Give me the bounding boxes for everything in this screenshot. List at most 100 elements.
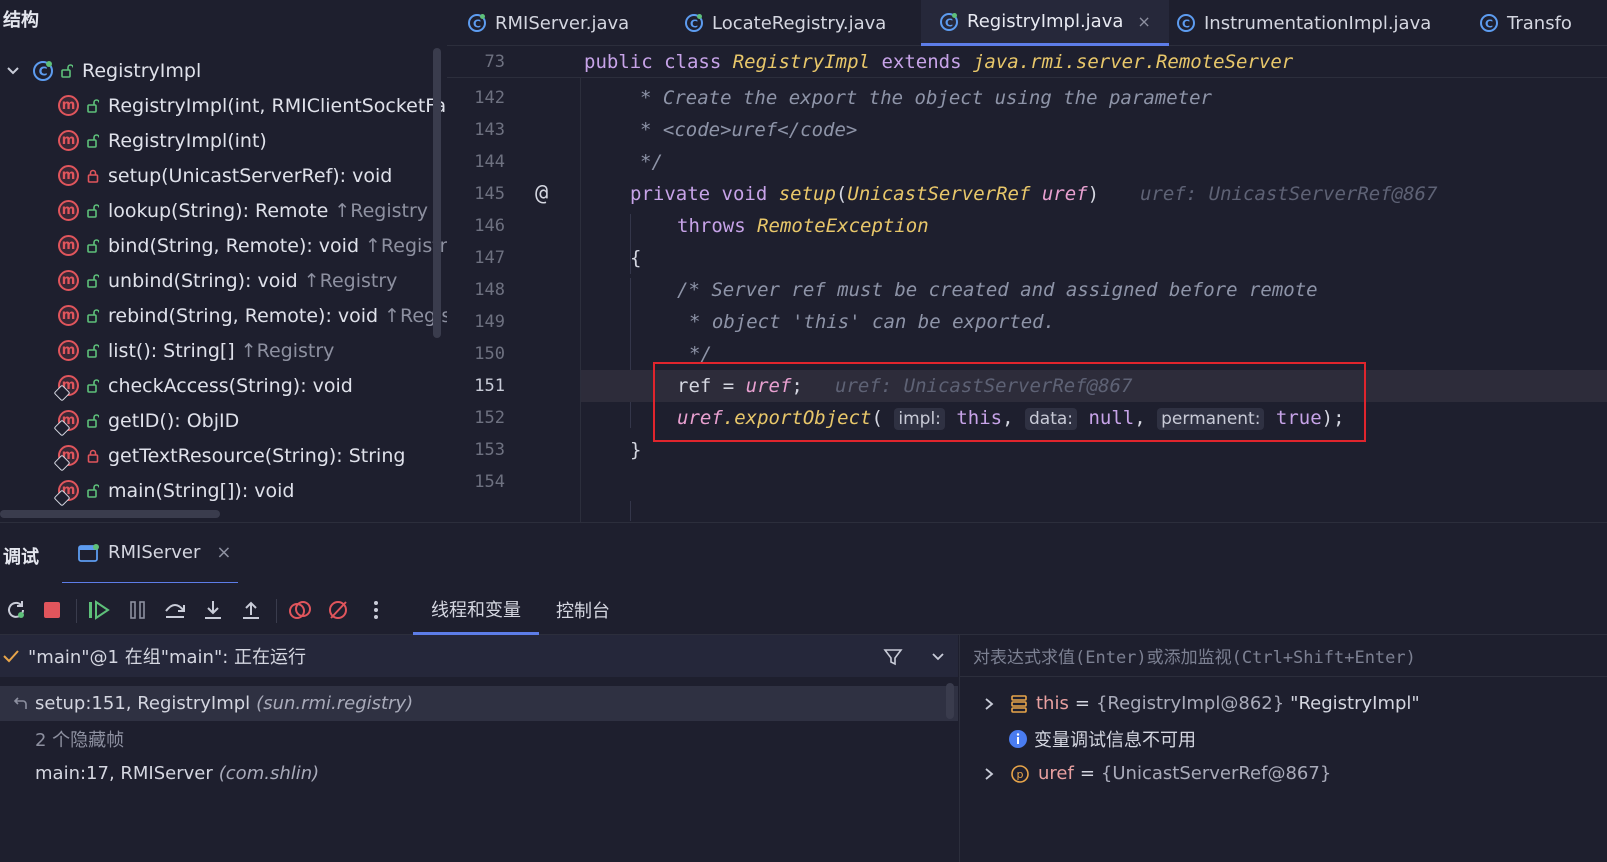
parameter-icon: p (1011, 764, 1029, 783)
unlock-icon (61, 63, 73, 78)
code-line-142[interactable]: 142 * Create the export the object using… (447, 82, 1607, 114)
step-into-icon[interactable] (200, 597, 226, 623)
view-breakpoints-icon[interactable] (287, 597, 313, 623)
close-icon[interactable]: × (216, 542, 231, 563)
unlock-icon (87, 273, 99, 288)
frame-row[interactable]: main:17, RMIServer (com.shlin) (0, 756, 958, 791)
code-line-147[interactable]: 147 { (447, 242, 1607, 274)
step-over-icon[interactable] (162, 597, 188, 623)
tab-label: InstrumentationImpl.java (1204, 12, 1432, 34)
structure-hscrollbar[interactable] (0, 510, 220, 518)
code-editor[interactable]: 73 public class RegistryImpl extends jav… (447, 46, 1607, 522)
svg-text:C: C (39, 64, 48, 78)
code-line-154[interactable]: 154 (447, 466, 1607, 498)
more-icon[interactable] (363, 597, 389, 623)
structure-item-label: checkAccess(String): void (108, 374, 353, 397)
svg-text:C: C (1485, 18, 1493, 31)
chevron-down-icon[interactable] (930, 650, 946, 664)
structure-panel: 结构 C RegistryImpl m RegistryImpl(int, RMI… (0, 0, 447, 522)
inherited-from-label: ↑Registry (303, 269, 398, 292)
frame-row-hidden[interactable]: 2 个隐藏帧 (0, 721, 958, 756)
chevron-right-icon[interactable] (982, 697, 996, 711)
evaluate-expression-input[interactable]: 对表达式求值(Enter)或添加监视(Ctrl+Shift+Enter) (960, 635, 1607, 677)
code-line-145[interactable]: 145 private void setup(UnicastServerRef … (447, 178, 1607, 210)
indent-guide (630, 501, 631, 521)
tab-registryimpl[interactable]: C RegistryImpl.java × (921, 0, 1169, 46)
variable-row-uref[interactable]: p uref = {UnicastServerRef@867} (960, 756, 1607, 791)
structure-item-text: rebind(String, Remote): void↑Registry (108, 305, 447, 327)
method-icon: m (58, 95, 79, 116)
resume-icon[interactable] (86, 597, 112, 623)
pause-icon[interactable] (125, 597, 151, 623)
check-icon (3, 650, 19, 663)
tab-threads-variables[interactable]: 线程和变量 (413, 585, 539, 635)
code-line-146[interactable]: 146 throws RemoteException (447, 210, 1607, 242)
frames-pane: "main"@1 在组"main": 正在运行 setup:151, Regis… (0, 635, 958, 862)
structure-item-label: bind(String, Remote): void (108, 234, 360, 257)
tab-locateregistry[interactable]: C LocateRegistry.java (684, 0, 886, 46)
code-line-143[interactable]: 143 * <code>uref</code> (447, 114, 1607, 146)
tab-transfo[interactable]: C Transfo (1479, 0, 1572, 46)
structure-item-text: lookup(String): Remote ↑Registry (108, 200, 428, 222)
mute-breakpoints-icon[interactable] (325, 597, 351, 623)
unlock-icon (87, 133, 99, 148)
tab-label: RMIServer.java (495, 12, 630, 34)
structure-item-label: RegistryImpl(int, RMIClientSocketFactory (108, 94, 447, 117)
debug-session-tab[interactable]: RMIServer × (62, 523, 238, 583)
step-out-icon[interactable] (238, 597, 264, 623)
rerun-icon[interactable] (3, 597, 29, 623)
inline-value-hint: uref: UnicastServerRef@867 (1140, 183, 1438, 205)
implements-marker-icon[interactable]: @ (535, 181, 548, 206)
tab-instrumentationimpl[interactable]: C InstrumentationImpl.java (1176, 0, 1431, 46)
structure-item-label: setup(UnicastServerRef): void (108, 164, 393, 187)
class-icon: C (940, 12, 958, 31)
class-icon: C (33, 60, 53, 81)
variables-pane: 对表达式求值(Enter)或添加监视(Ctrl+Shift+Enter) thi… (959, 635, 1607, 862)
structure-item-label: getID(): ObjID (108, 409, 240, 432)
debug-panel: 调试 RMIServer × 线程和变量 控制台 "main"@1 在组"mai… (0, 522, 1607, 862)
sticky-header[interactable]: 73 public class RegistryImpl extends jav… (447, 46, 1607, 78)
method-icon: m (58, 270, 79, 291)
unlock-icon (87, 378, 99, 393)
toolbar-separator (276, 599, 277, 623)
run-config-icon (78, 543, 99, 562)
debug-title: 调试 (3, 547, 39, 568)
inherited-from-label: ↑Registry (240, 339, 335, 362)
svg-text:C: C (1182, 18, 1190, 31)
structure-item-text: unbind(String): void ↑Registry (108, 270, 397, 292)
unlock-icon (87, 238, 99, 253)
method-icon: m (58, 235, 79, 256)
structure-scrollbar[interactable] (433, 48, 441, 338)
thread-selector[interactable]: "main"@1 在组"main": 正在运行 (0, 635, 958, 677)
method-icon: m (58, 340, 79, 361)
code-line-148[interactable]: 148 /* Server ref must be created and as… (447, 274, 1607, 306)
close-icon[interactable]: × (1137, 12, 1150, 31)
stop-icon[interactable] (39, 597, 65, 623)
svg-text:C: C (945, 16, 953, 29)
structure-item-label: unbind(String): void (108, 269, 298, 292)
tab-rmiserver[interactable]: C RMIServer.java (467, 0, 629, 46)
tab-label: RegistryImpl.java (967, 11, 1124, 32)
class-icon: C (1177, 14, 1195, 32)
svg-text:C: C (690, 18, 698, 31)
unlock-icon (87, 483, 99, 498)
code-line-149[interactable]: 149 * object 'this' can be exported. (447, 306, 1607, 338)
unlock-icon (87, 413, 99, 428)
structure-item-label: rebind(String, Remote): void (108, 304, 379, 327)
debug-toolbar (0, 585, 1607, 635)
structure-item-text: list(): String[] ↑Registry (108, 340, 334, 362)
method-icon: m (58, 165, 79, 186)
frame-row-current[interactable]: setup:151, RegistryImpl (sun.rmi.registry… (0, 686, 958, 721)
filter-icon[interactable] (883, 647, 903, 667)
code-line-144[interactable]: 144 */ (447, 146, 1607, 178)
inherited-from-label: ↑Registry (334, 199, 429, 222)
chevron-right-icon[interactable] (982, 767, 996, 781)
variable-row-this[interactable]: this = {RegistryImpl@862} "RegistryImpl" (960, 686, 1607, 721)
frames-scrollbar[interactable] (946, 683, 954, 719)
chevron-down-icon[interactable] (6, 64, 20, 78)
tab-console[interactable]: 控制台 (556, 585, 610, 635)
structure-title: 结构 (3, 10, 39, 31)
method-icon: m (58, 130, 79, 151)
structure-item-label: main(String[]): void (108, 479, 295, 502)
structure-item-label: lookup(String): Remote (108, 199, 329, 222)
